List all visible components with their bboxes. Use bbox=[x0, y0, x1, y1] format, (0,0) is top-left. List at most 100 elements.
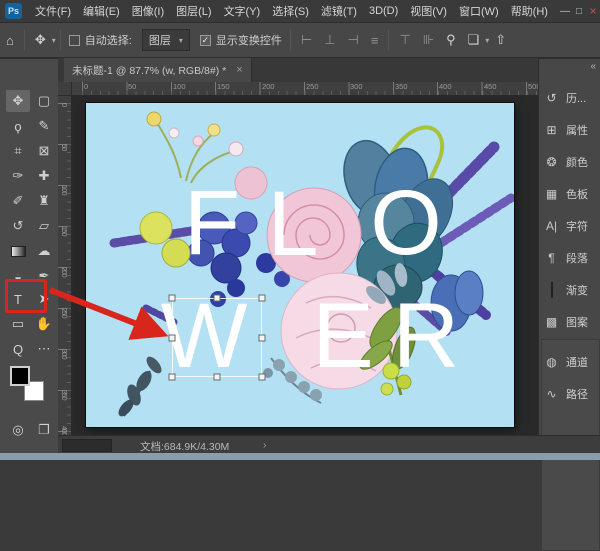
frame-tool[interactable]: ⊠ bbox=[32, 140, 56, 162]
share-icon[interactable]: ⇧ bbox=[489, 32, 512, 48]
paths-icon: ∿ bbox=[543, 387, 560, 401]
tab-close-icon[interactable]: × bbox=[236, 64, 242, 76]
history-brush-tool[interactable]: ↺ bbox=[6, 215, 30, 237]
gradient-tool[interactable] bbox=[6, 240, 30, 262]
horizontal-ruler[interactable]: 0 50 100 150 200 250 300 350 400 450 500 bbox=[72, 82, 538, 96]
transform-handle-bottom-center[interactable] bbox=[214, 374, 221, 381]
transform-handle-bottom-left[interactable] bbox=[169, 374, 176, 381]
foreground-color-swatch[interactable] bbox=[10, 366, 30, 386]
quick-mask-icon[interactable]: ◎ bbox=[6, 419, 30, 441]
canvas-area: 0 50 100 150 200 250 300 350 400 450 500… bbox=[58, 82, 538, 435]
zoom-tool[interactable]: Q bbox=[6, 338, 30, 360]
vertical-ruler[interactable]: 0 50 100 150 200 250 300 350 400 bbox=[58, 96, 72, 435]
edit-toolbar-icon[interactable]: ⋯ bbox=[32, 338, 56, 360]
panel-tab-paths[interactable]: ∿ 路径 bbox=[543, 383, 599, 405]
window-controls: — □ × bbox=[558, 4, 600, 18]
search-icon[interactable]: ⚲ bbox=[440, 32, 462, 48]
collapse-panels-icon[interactable]: « bbox=[590, 61, 596, 72]
menu-3d[interactable]: 3D(D) bbox=[363, 0, 404, 22]
properties-icon: ⊞ bbox=[543, 123, 560, 137]
panel-tab-swatches[interactable]: ▦ 色板 bbox=[543, 183, 599, 205]
menu-type[interactable]: 文字(Y) bbox=[218, 0, 267, 22]
smudge-tool[interactable]: ☁ bbox=[32, 240, 56, 262]
canvas-letter: L bbox=[267, 178, 318, 270]
transform-handle-bottom-right[interactable] bbox=[259, 374, 266, 381]
menu-filter[interactable]: 滤镜(T) bbox=[315, 0, 363, 22]
panel-tab-channels[interactable]: ◍ 通道 bbox=[543, 351, 599, 373]
maximize-button[interactable]: □ bbox=[572, 6, 586, 17]
transform-handle-top-left[interactable] bbox=[169, 295, 176, 302]
move-tool-preset-icon[interactable]: ✥ bbox=[29, 32, 52, 48]
menu-help[interactable]: 帮助(H) bbox=[505, 0, 554, 22]
divider bbox=[24, 29, 25, 51]
align-left-icon[interactable]: ⊢ bbox=[295, 32, 318, 48]
quick-selection-tool[interactable]: ✎ bbox=[32, 115, 56, 137]
clone-stamp-tool[interactable]: ♜ bbox=[32, 190, 56, 212]
minimize-button[interactable]: — bbox=[558, 6, 572, 17]
crop-tool[interactable]: ⌗ bbox=[6, 140, 30, 162]
menu-layer[interactable]: 图层(L) bbox=[170, 0, 217, 22]
menu-image[interactable]: 图像(I) bbox=[126, 0, 170, 22]
document-tab[interactable]: 未标题-1 @ 87.7% (w, RGB/8#) * × bbox=[64, 58, 252, 82]
hand-tool[interactable]: ✋ bbox=[32, 313, 56, 335]
menu-view[interactable]: 视图(V) bbox=[404, 0, 453, 22]
history-icon: ↺ bbox=[543, 91, 560, 105]
character-icon: A| bbox=[543, 219, 560, 233]
menu-file[interactable]: 文件(F) bbox=[29, 0, 77, 22]
align-top-icon[interactable]: ⊤ bbox=[393, 32, 416, 48]
document-size-info: 文档:684.9K/4.30M bbox=[140, 439, 229, 454]
brush-tool[interactable]: ✐ bbox=[6, 190, 30, 212]
shape-tool[interactable]: ▭ bbox=[6, 313, 30, 335]
options-bar: ⌂ ✥ ▾ 自动选择: 图层 ▾ ✓ 显示变换控件 ⊢ ⊥ ⊣ ≡ ⊤ ⊪ ⚲ … bbox=[0, 22, 600, 58]
home-icon[interactable]: ⌂ bbox=[0, 33, 20, 48]
pasteboard[interactable]: F L O W E R bbox=[72, 96, 538, 435]
auto-select-checkbox[interactable]: 自动选择: bbox=[65, 32, 136, 48]
close-button[interactable]: × bbox=[586, 4, 600, 18]
panel-tab-character[interactable]: A| 字符 bbox=[543, 215, 599, 237]
panel-tab-history[interactable]: ↺ 历... bbox=[543, 87, 599, 109]
divider bbox=[290, 29, 291, 51]
menu-window[interactable]: 窗口(W) bbox=[453, 0, 505, 22]
screen-mode-icon[interactable]: ❐ bbox=[32, 419, 56, 441]
panel-tab-paragraph[interactable]: ¶ 段落 bbox=[543, 247, 599, 269]
photoshop-logo[interactable]: Ps bbox=[5, 3, 22, 19]
menu-edit[interactable]: 编辑(E) bbox=[77, 0, 126, 22]
eyedropper-tool[interactable]: ✑ bbox=[6, 165, 30, 187]
document-title: 未标题-1 @ 87.7% (w, RGB/8#) * bbox=[72, 63, 226, 78]
color-swatches bbox=[8, 364, 48, 404]
distribute-vertical-icon[interactable]: ⊪ bbox=[417, 32, 440, 48]
canvas-letter: O bbox=[370, 177, 442, 269]
panel-tab-gradient[interactable]: 渐变 bbox=[543, 279, 599, 301]
chevron-down-icon[interactable]: ▾ bbox=[52, 36, 56, 45]
auto-select-target-dropdown[interactable]: 图层 ▾ bbox=[142, 29, 190, 51]
marquee-tool[interactable]: ▢ bbox=[32, 90, 56, 112]
zoom-level-field[interactable] bbox=[62, 439, 112, 452]
move-tool[interactable]: ✥ bbox=[6, 90, 30, 112]
distribute-icon[interactable]: ≡ bbox=[365, 33, 385, 48]
transform-handle-middle-left[interactable] bbox=[169, 335, 176, 342]
align-center-icon[interactable]: ⊥ bbox=[318, 32, 341, 48]
panel-tab-color[interactable]: ❂ 颜色 bbox=[543, 151, 599, 173]
align-right-icon[interactable]: ⊣ bbox=[342, 32, 365, 48]
panel-tab-pattern[interactable]: ▩ 图案 bbox=[543, 311, 599, 333]
panel-tab-properties[interactable]: ⊞ 属性 bbox=[543, 119, 599, 141]
menu-select[interactable]: 选择(S) bbox=[266, 0, 315, 22]
transform-bounding-box[interactable] bbox=[172, 298, 262, 377]
checkbox-checked-icon[interactable]: ✓ bbox=[200, 35, 211, 46]
transform-handle-top-right[interactable] bbox=[259, 295, 266, 302]
ruler-corner bbox=[58, 82, 72, 96]
status-chevron-icon[interactable]: › bbox=[263, 439, 267, 451]
photoshop-window: Ps 文件(F) 编辑(E) 图像(I) 图层(L) 文字(Y) 选择(S) 滤… bbox=[0, 0, 600, 460]
show-transform-checkbox[interactable]: ✓ 显示变换控件 bbox=[196, 32, 286, 48]
panel-dock: « ↺ 历... ⊞ 属性 ❂ 颜色 ▦ 色板 A| 字符 ¶ 段落 渐变 bbox=[538, 58, 600, 435]
document-canvas[interactable]: F L O W E R bbox=[86, 103, 514, 427]
workspace-icon[interactable]: ❏ bbox=[462, 32, 486, 48]
transform-handle-middle-right[interactable] bbox=[259, 335, 266, 342]
healing-brush-tool[interactable]: ✚ bbox=[32, 165, 56, 187]
transform-handle-top-center[interactable] bbox=[214, 295, 221, 302]
gradient-swatch bbox=[11, 246, 26, 257]
checkbox-icon[interactable] bbox=[69, 35, 80, 46]
lasso-tool[interactable]: ϙ bbox=[6, 115, 30, 137]
eraser-tool[interactable]: ▱ bbox=[32, 215, 56, 237]
type-tool-highlight-box bbox=[5, 279, 47, 313]
